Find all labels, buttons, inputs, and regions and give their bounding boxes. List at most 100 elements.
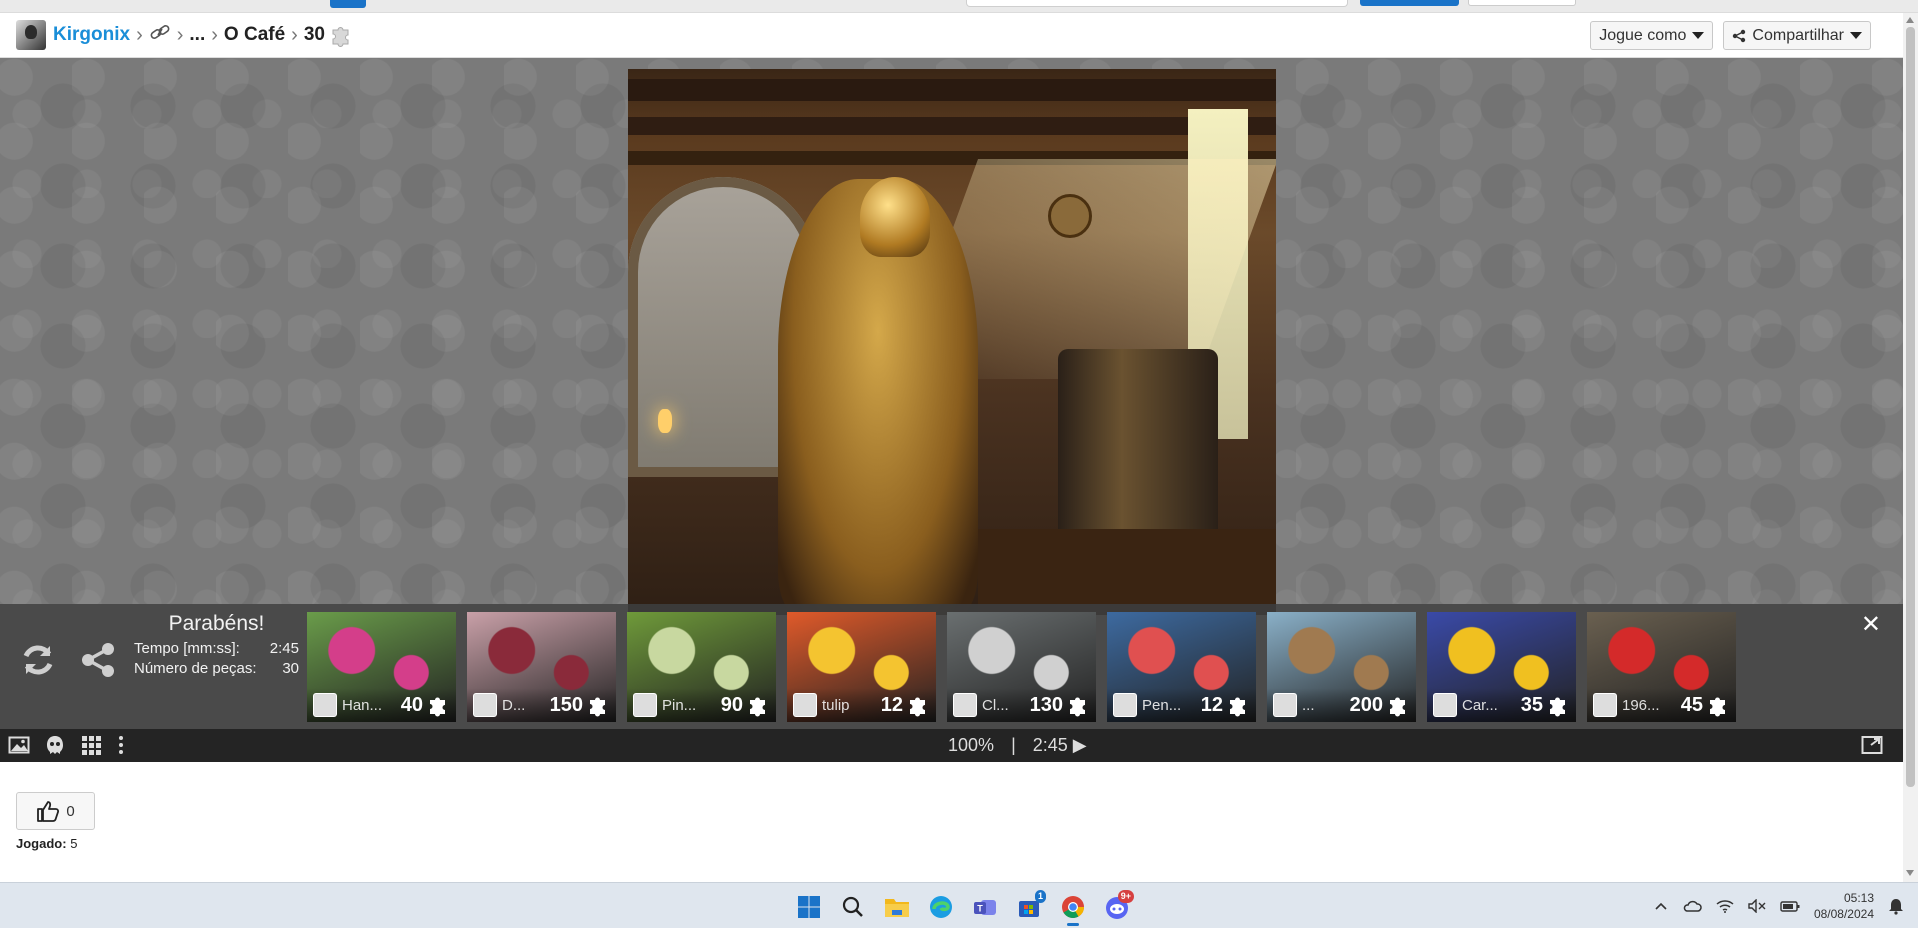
suggested-puzzle-card[interactable]: ... 200 — [1267, 612, 1416, 722]
speaker-muted-icon[interactable] — [1748, 899, 1766, 913]
page-content: 0 Jogado: 5 — [0, 762, 1903, 882]
suggested-puzzle-card[interactable]: tulip 12 — [787, 612, 936, 722]
thumb-name: ... — [1302, 696, 1315, 714]
breadcrumb-ellipsis[interactable]: ... — [189, 24, 205, 46]
completed-puzzle-image[interactable] — [628, 69, 1276, 615]
suggested-puzzle-card[interactable]: Pin... 90 — [627, 612, 776, 722]
painting-lamp — [658, 409, 672, 433]
thumb-name: tulip — [822, 696, 850, 714]
scroll-up-arrow[interactable] — [1906, 17, 1914, 23]
start-button[interactable] — [792, 890, 826, 924]
notification-bell-icon[interactable] — [1888, 897, 1904, 915]
like-count: 0 — [66, 802, 75, 820]
separator: | — [1011, 735, 1016, 755]
top-primary-button[interactable] — [1360, 0, 1459, 6]
thumb-avatar — [1113, 693, 1137, 717]
thumb-name: Pin... — [662, 696, 697, 714]
store-badge: 1 — [1034, 890, 1046, 903]
timer[interactable]: 2:45 ▶ — [1033, 735, 1087, 755]
close-icon[interactable]: ✕ — [1861, 610, 1881, 639]
puzzle-piece-icon — [1070, 697, 1085, 717]
like-button[interactable]: 0 — [16, 792, 95, 830]
windows-logo-icon — [798, 896, 820, 918]
taskbar-search-button[interactable] — [836, 890, 870, 924]
more-vertical-icon[interactable] — [116, 734, 126, 756]
thumb-name: Cl... — [982, 696, 1009, 714]
thumb-name: Car... — [1462, 696, 1498, 714]
battery-icon[interactable] — [1780, 899, 1800, 913]
thumb-name: D... — [502, 696, 526, 714]
link-icon[interactable] — [149, 23, 171, 47]
thumb-avatar — [633, 693, 657, 717]
puzzle-piece-icon — [430, 697, 445, 717]
suggested-puzzle-card[interactable]: Cl... 130 — [947, 612, 1096, 722]
thumb-count: 12 — [1200, 693, 1223, 716]
painting-helmet — [860, 177, 930, 257]
restart-icon[interactable] — [18, 640, 58, 680]
pieces-value: 30 — [282, 660, 299, 677]
grid-icon[interactable] — [80, 734, 102, 756]
site-search-input[interactable] — [966, 0, 1348, 7]
painting-clock — [1048, 194, 1092, 238]
folder-icon — [885, 899, 909, 917]
pieces-row: Número de peças: 30 — [134, 660, 299, 677]
puzzle-piece-icon — [590, 697, 605, 717]
scroll-down-arrow[interactable] — [1906, 870, 1914, 876]
page-scrollbar[interactable] — [1903, 13, 1918, 882]
browser-top-strip — [0, 0, 1918, 13]
share-dropdown[interactable]: Compartilhar — [1723, 21, 1871, 50]
thumb-avatar — [473, 693, 497, 717]
suggested-puzzle-card[interactable]: Han... 40 — [307, 612, 456, 722]
puzzle-piece-icon — [1390, 697, 1405, 717]
share-icon[interactable] — [78, 640, 118, 680]
thumb-avatar — [793, 693, 817, 717]
thumb-count: 35 — [1520, 693, 1543, 716]
chrome-icon — [1062, 896, 1084, 918]
play-as-dropdown[interactable]: Jogue como — [1590, 21, 1714, 50]
fullscreen-icon[interactable] — [1861, 735, 1883, 755]
breadcrumb: Kirgonix › › ... › O Café › 30 Jogue com… — [0, 13, 1903, 58]
user-avatar[interactable] — [16, 20, 46, 50]
onedrive-icon[interactable] — [1682, 899, 1702, 913]
time-row: Tempo [mm:ss]: 2:45 — [134, 640, 299, 657]
suggested-puzzle-card[interactable]: Pen... 12 — [1107, 612, 1256, 722]
chevron-up-icon[interactable] — [1654, 901, 1668, 911]
thumb-avatar — [1433, 693, 1457, 717]
taskbar-teams[interactable]: T — [968, 890, 1002, 924]
wifi-icon[interactable] — [1716, 899, 1734, 913]
puzzle-piece-icon — [332, 27, 349, 47]
search-icon — [842, 896, 863, 917]
played-count: Jogado: 5 — [16, 836, 77, 851]
taskbar-file-explorer[interactable] — [880, 890, 914, 924]
image-preview-icon[interactable] — [8, 735, 30, 755]
thumb-avatar — [313, 693, 337, 717]
ghost-image-icon[interactable] — [44, 734, 66, 756]
puzzle-control-bar: 100% | 2:45 ▶ — [0, 729, 1903, 762]
top-secondary-button[interactable] — [1468, 0, 1576, 6]
thumb-name: Han... — [342, 696, 383, 714]
painting-beam — [628, 117, 1276, 135]
time-label: Tempo [mm:ss]: — [134, 640, 240, 657]
breadcrumb-title: O Café — [223, 24, 286, 45]
completion-panel: Parabéns! Tempo [mm:ss]: 2:45 Número de … — [0, 604, 1903, 729]
scroll-thumb[interactable] — [1906, 27, 1915, 787]
congrats-title: Parabéns! — [168, 612, 265, 635]
taskbar-edge[interactable] — [924, 890, 958, 924]
app-grid-button[interactable] — [330, 0, 366, 8]
chevron-right-icon: › — [136, 24, 143, 46]
breadcrumb-user-link[interactable]: Kirgonix — [53, 24, 130, 46]
taskbar-chrome[interactable] — [1056, 890, 1090, 926]
svg-text:T: T — [977, 904, 983, 914]
time-value: 2:45 — [269, 640, 299, 657]
suggested-puzzle-card[interactable]: Car... 35 — [1427, 612, 1576, 722]
suggested-puzzle-card[interactable]: D... 150 — [467, 612, 616, 722]
suggested-puzzle-card[interactable]: 196... 45 — [1587, 612, 1736, 722]
taskbar-store[interactable]: 1 — [1012, 890, 1046, 924]
thumb-avatar — [953, 693, 977, 717]
puzzle-piece-icon — [1710, 697, 1725, 717]
taskbar-clock[interactable]: 05:13 08/08/2024 — [1814, 890, 1874, 922]
share-icon — [1733, 29, 1746, 42]
thumb-count: 45 — [1680, 693, 1703, 716]
taskbar-discord[interactable]: 9+ — [1100, 890, 1134, 924]
played-value: 5 — [70, 836, 78, 851]
